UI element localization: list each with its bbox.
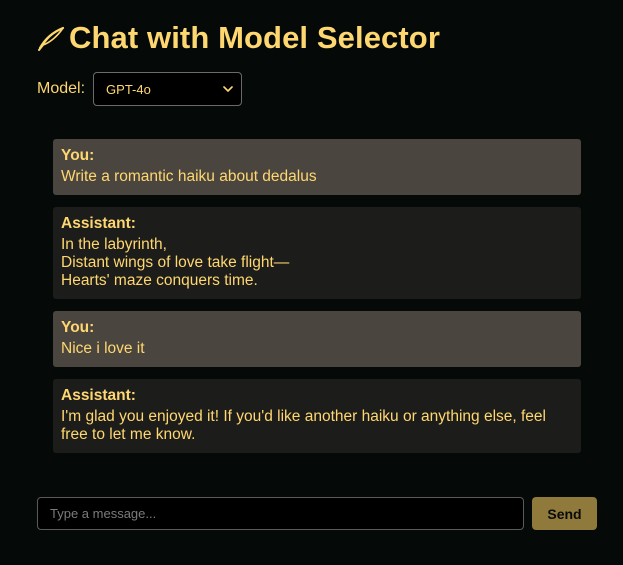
page-title-text: Chat with Model Selector [69,20,440,55]
send-button[interactable]: Send [532,497,597,530]
model-select-value: GPT-4o [106,81,151,97]
message-user: You: Nice i love it [53,311,581,367]
model-label: Model: [37,80,86,97]
message-user: You: Write a romantic haiku about dedalu… [53,139,581,195]
message-composer: Send [37,497,597,530]
message-assistant: Assistant: In the labyrinth, Distant win… [53,207,581,299]
message-input[interactable] [37,497,524,530]
model-select[interactable]: GPT-4o [93,72,243,106]
message-text: Write a romantic haiku about dedalus [61,168,317,185]
message-role: You: [61,319,95,336]
page-title: Chat with Model Selector [37,20,440,56]
chevron-down-icon [223,86,233,92]
message-text: I'm glad you enjoyed it! If you'd like a… [61,408,546,443]
message-assistant: Assistant: I'm glad you enjoyed it! If y… [53,379,581,453]
message-role: Assistant: [61,387,136,404]
model-selector-row: Model: GPT-4o [37,72,243,106]
message-role: Assistant: [61,215,136,232]
message-text: Nice i love it [61,340,145,357]
message-text: In the labyrinth, Distant wings of love … [61,236,290,289]
chat-log: You: Write a romantic haiku about dedalu… [53,139,581,453]
message-role: You: [61,147,95,164]
feather-icon [38,26,65,51]
